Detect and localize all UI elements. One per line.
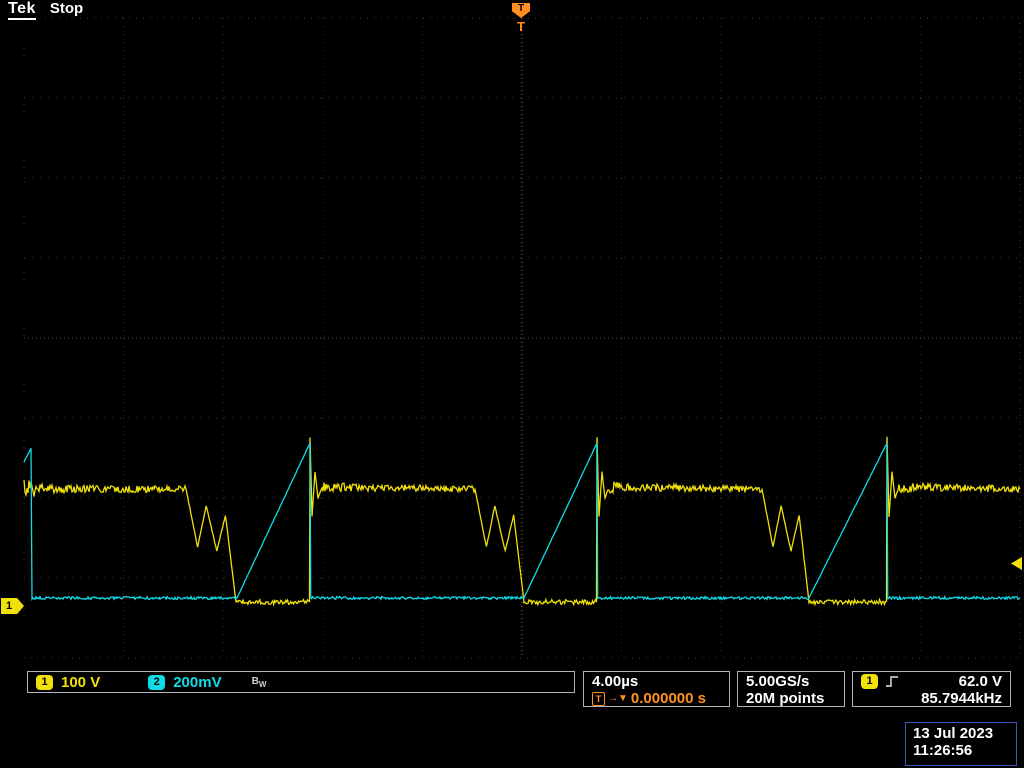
top-status-bar: Tek Stop: [8, 0, 83, 20]
channel-readout-box: 1 100 V 2 200mV BW: [27, 671, 575, 693]
trigger-readout-box: 1 62.0 V 85.7944kHz: [852, 671, 1011, 707]
horizontal-readout-box: 4.00µs T →▼ 0.000000 s: [583, 671, 730, 707]
ch2-badge[interactable]: 2: [148, 675, 165, 690]
trigger-position-readout: T →▼ 0.000000 s: [592, 690, 721, 707]
tek-logo: Tek: [8, 0, 36, 20]
datetime-box: 13 Jul 2023 11:26:56: [905, 722, 1017, 766]
timebase-scale[interactable]: 4.00µs: [592, 673, 721, 690]
acquisition-readout-box: 5.00GS/s 20M points: [737, 671, 845, 707]
ch1-badge[interactable]: 1: [36, 675, 53, 690]
time-text: 11:26:56: [913, 742, 1009, 759]
trigger-level-value[interactable]: 62.0 V: [959, 673, 1002, 690]
sample-rate: 5.00GS/s: [746, 673, 836, 690]
ch1-scale[interactable]: 100 V: [61, 674, 100, 691]
trigger-source-badge[interactable]: 1: [861, 674, 878, 689]
trigger-frequency: 85.7944kHz: [861, 690, 1002, 707]
oscilloscope-screen: Tek Stop T T 1 1 100 V 2 200mV BW 4.00µs…: [0, 0, 1024, 768]
acquisition-status: Stop: [50, 0, 83, 17]
trigger-t-icon: T: [513, 19, 529, 34]
ch2-scale[interactable]: 200mV: [173, 674, 221, 691]
date-text: 13 Jul 2023: [913, 725, 1009, 742]
trigger-arrow-icon: →▼: [608, 690, 628, 707]
bandwidth-limit-icon: BW: [252, 676, 267, 689]
rising-edge-slope-icon: [885, 674, 901, 689]
record-length: 20M points: [746, 690, 836, 707]
trigger-position-value: 0.000000 s: [631, 690, 706, 707]
waveform-display: [0, 0, 1024, 768]
trigger-t-badge: T: [592, 692, 605, 706]
